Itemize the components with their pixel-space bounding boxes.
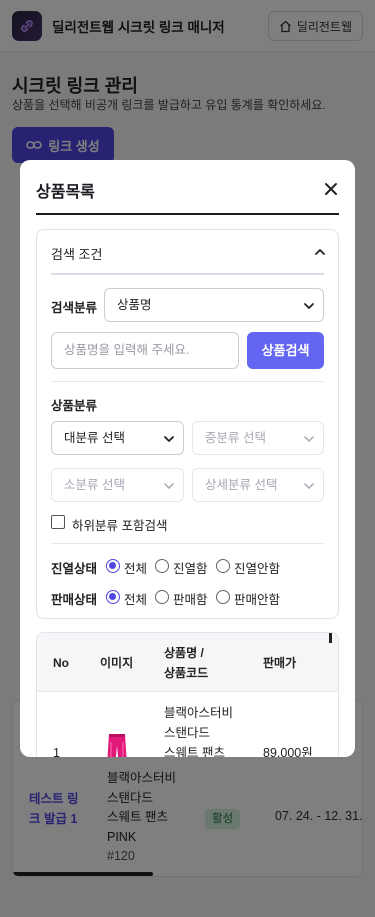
row-no: 1 [53, 746, 60, 757]
product-list-modal: 상품목록 검색 조건 검색분류 상품명 상품명을 입력해 주세요. 상품검색 상… [20, 160, 355, 757]
chevron-down-icon [164, 436, 174, 442]
category-small-select[interactable]: 소분류 선택 [51, 468, 184, 502]
chevron-down-icon [304, 483, 314, 489]
category-medium-select[interactable]: 중분류 선택 [192, 421, 324, 455]
category-detail-value: 상세분류 선택 [205, 478, 278, 492]
divider [51, 543, 324, 544]
search-type-select[interactable]: 상품명 [104, 288, 324, 322]
product-results-table: No 이미지 상품명 / 상품코드 판매가 1 블랙아스터비 스탠다드 스웨트 … [36, 632, 339, 757]
product-name-line: 블랙아스터비 [164, 706, 234, 720]
chevron-down-icon [304, 303, 314, 309]
include-sub-label: 하위분류 포함검색 [72, 519, 168, 533]
column-product-line: 상품명 / [164, 646, 204, 660]
sale-off-radio[interactable] [216, 590, 230, 604]
sale-off-label: 판매안함 [234, 593, 281, 607]
display-off-label: 진열안함 [234, 562, 281, 576]
search-type-value: 상품명 [117, 298, 152, 312]
divider [51, 381, 324, 382]
row-product-name: 블랙아스터비 스탠다드 스웨트 팬츠 [164, 703, 233, 757]
display-all-label: 전체 [124, 562, 148, 576]
sale-on-label: 판매함 [173, 593, 208, 607]
column-product: 상품명 / 상품코드 [164, 643, 208, 683]
category-medium-value: 중분류 선택 [205, 431, 266, 445]
table-header: No 이미지 상품명 / 상품코드 판매가 [37, 633, 338, 692]
sale-status-label: 판매상태 [51, 593, 98, 607]
chevron-down-icon [164, 483, 174, 489]
category-large-select[interactable]: 대분류 선택 [51, 421, 184, 455]
display-status-label: 진열상태 [51, 562, 98, 576]
column-no: No [53, 656, 69, 670]
display-on-radio[interactable] [155, 559, 169, 573]
product-search-button[interactable]: 상품검색 [247, 332, 324, 369]
divider [36, 213, 339, 215]
sale-all-radio[interactable] [106, 590, 120, 604]
product-name-line: 스웨트 팬츠 [164, 746, 225, 757]
close-icon[interactable] [321, 179, 341, 199]
column-price: 판매가 [263, 656, 297, 670]
panel-heading: 검색 조건 [51, 247, 103, 262]
include-sub-checkbox[interactable] [51, 515, 65, 529]
category-small-value: 소분류 선택 [64, 478, 125, 492]
display-off-radio[interactable] [216, 559, 230, 573]
category-label: 상품분류 [51, 399, 98, 413]
search-type-label: 검색분류 [51, 301, 98, 315]
chevron-up-icon[interactable] [314, 245, 326, 263]
display-all-radio[interactable] [106, 559, 120, 573]
search-input[interactable]: 상품명을 입력해 주세요. [51, 332, 239, 369]
chevron-down-icon [304, 436, 314, 442]
column-product-line: 상품코드 [164, 666, 209, 680]
sale-on-radio[interactable] [155, 590, 169, 604]
row-price: 89,000원 [263, 746, 313, 757]
column-image: 이미지 [100, 656, 134, 670]
sale-all-label: 전체 [124, 593, 148, 607]
vertical-scrollbar[interactable] [329, 633, 332, 643]
modal-title: 상품목록 [36, 184, 95, 201]
search-placeholder: 상품명을 입력해 주세요. [64, 343, 190, 357]
pants-thumbnail [103, 732, 131, 757]
category-large-value: 대분류 선택 [64, 431, 125, 445]
product-name-line: 스탠다드 [164, 726, 211, 740]
category-detail-select[interactable]: 상세분류 선택 [192, 468, 324, 502]
display-on-label: 진열함 [173, 562, 208, 576]
divider [51, 273, 324, 275]
search-conditions-panel: 검색 조건 검색분류 상품명 상품명을 입력해 주세요. 상품검색 상품분류 대… [36, 229, 339, 619]
